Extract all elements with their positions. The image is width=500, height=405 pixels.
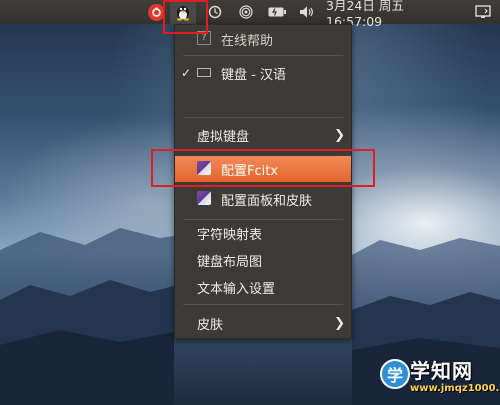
top-panel: 3月24日 周五 16:57:09	[0, 0, 500, 29]
menu-item-label: 键盘布局图	[197, 254, 263, 270]
menu-item-keyboard-layout[interactable]: 键盘布局图	[175, 247, 351, 273]
menu-item-text-input-settings[interactable]: 文本输入设置	[175, 274, 351, 300]
menu-item-label: 虚拟键盘	[197, 129, 250, 145]
watermark-title: 学知网	[410, 359, 473, 383]
fcitx-logo	[147, 3, 165, 21]
keyboard-icon	[197, 68, 211, 77]
fcitx-config-icon	[197, 191, 211, 205]
menu-item-configure-panel-skin[interactable]: 配置面板和皮肤	[175, 186, 351, 212]
battery-icon[interactable]	[266, 0, 288, 24]
watermark-logo: 学	[380, 359, 410, 389]
menu-item-keyboard-chinese[interactable]: ✓ 键盘 - 汉语	[175, 60, 351, 86]
wireless-icon[interactable]	[236, 0, 256, 24]
menu-item-label: 文本输入设置	[197, 281, 276, 297]
volume-icon[interactable]	[296, 0, 318, 24]
menu-item-label: 字符映射表	[197, 227, 263, 243]
menu-item-character-map[interactable]: 字符映射表	[175, 220, 351, 246]
menu-item-skin[interactable]: 皮肤 ❯	[175, 310, 351, 336]
menu-separator	[183, 117, 343, 118]
power-icon[interactable]	[472, 0, 494, 24]
annotation-box-tux	[163, 0, 208, 34]
datetime-indicator[interactable]: 3月24日 周五 16:57:09	[326, 0, 458, 29]
menu-item-label: 皮肤	[197, 317, 224, 333]
watermark: 学 学知网 www.jmqz1000.com	[380, 353, 500, 401]
submenu-arrow-icon: ❯	[334, 127, 345, 143]
menu-separator	[183, 55, 343, 56]
annotation-box-configure	[151, 149, 375, 187]
menu-item-virtual-keyboard[interactable]: 虚拟键盘 ❯	[175, 122, 351, 148]
check-mark-icon: ✓	[181, 66, 192, 80]
watermark-url: www.jmqz1000.com	[410, 383, 500, 394]
submenu-arrow-icon: ❯	[334, 315, 345, 331]
menu-separator	[183, 304, 343, 305]
menu-item-label: 配置面板和皮肤	[221, 193, 313, 209]
menu-item-label: 键盘 - 汉语	[221, 67, 286, 83]
menu-item-label: 在线帮助	[221, 33, 274, 49]
